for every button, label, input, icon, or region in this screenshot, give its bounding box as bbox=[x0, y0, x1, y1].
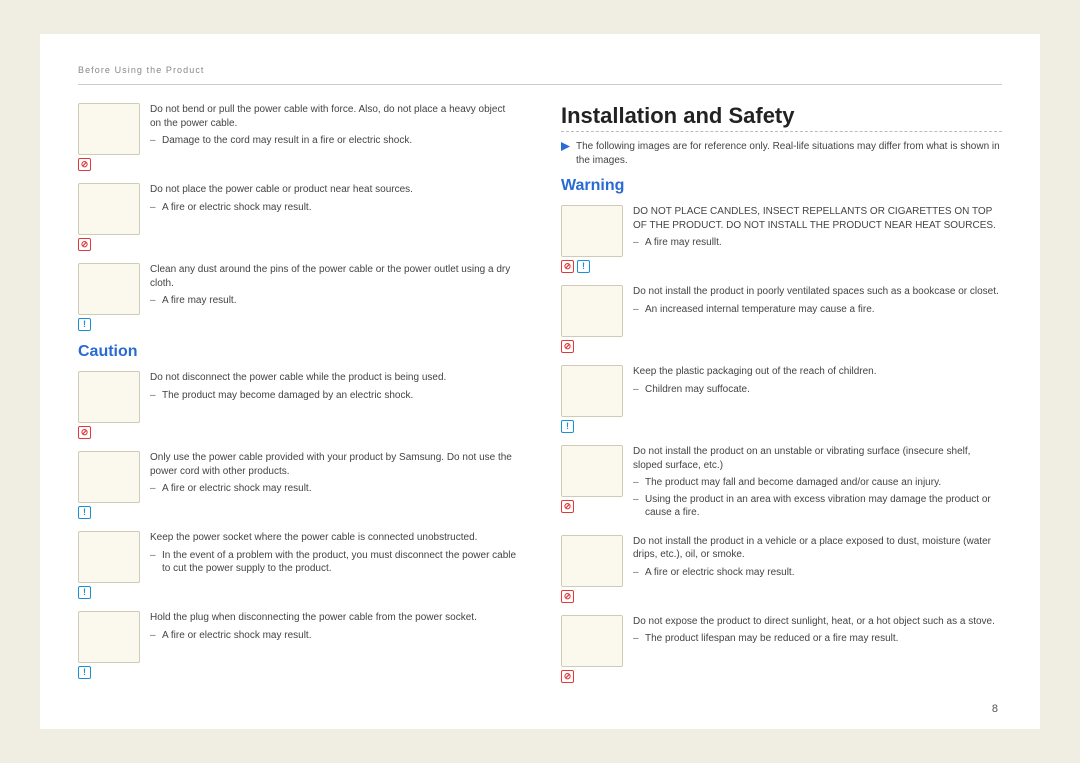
safety-item: ⊘ Do not bend or pull the power cable wi… bbox=[78, 103, 519, 171]
item-lead: Do not install the product on an unstabl… bbox=[633, 445, 1002, 472]
right-column: Installation and Safety The following im… bbox=[561, 103, 1002, 695]
item-lead: Clean any dust around the pins of the po… bbox=[150, 263, 519, 290]
safety-item: ⊘ Do not install the product on an unsta… bbox=[561, 445, 1002, 523]
item-sub: A fire or electric shock may result. bbox=[150, 201, 519, 215]
item-lead: Do not disconnect the power cable while … bbox=[150, 371, 519, 385]
note-marker-icon bbox=[561, 142, 570, 151]
page-number: 8 bbox=[992, 703, 998, 715]
illustration-icon bbox=[78, 611, 140, 663]
item-lead: Only use the power cable provided with y… bbox=[150, 451, 519, 478]
item-sub: An increased internal temperature may ca… bbox=[633, 303, 1002, 317]
safety-item: ⊘ ! DO NOT PLACE CANDLES, INSECT REPELLA… bbox=[561, 205, 1002, 273]
safety-item: ⊘ Do not disconnect the power cable whil… bbox=[78, 371, 519, 439]
item-sub: A fire may result. bbox=[150, 294, 519, 308]
prohibit-icon: ⊘ bbox=[78, 238, 91, 251]
item-lead: Hold the plug when disconnecting the pow… bbox=[150, 611, 519, 625]
left-column: ⊘ Do not bend or pull the power cable wi… bbox=[78, 103, 519, 695]
item-sub: A fire may resullt. bbox=[633, 236, 1002, 250]
item-lead: Do not install the product in a vehicle … bbox=[633, 535, 1002, 562]
info-icon: ! bbox=[78, 318, 91, 331]
info-icon: ! bbox=[561, 420, 574, 433]
illustration-icon bbox=[561, 365, 623, 417]
prohibit-icon: ⊘ bbox=[78, 158, 91, 171]
prohibit-icon: ⊘ bbox=[561, 260, 574, 273]
info-icon: ! bbox=[78, 586, 91, 599]
item-sub: Damage to the cord may result in a fire … bbox=[150, 134, 519, 148]
item-lead: Keep the plastic packaging out of the re… bbox=[633, 365, 1002, 379]
illustration-icon bbox=[78, 371, 140, 423]
item-lead: Do not expose the product to direct sunl… bbox=[633, 615, 1002, 629]
safety-item: ! Keep the power socket where the power … bbox=[78, 531, 519, 599]
item-sub: Using the product in an area with excess… bbox=[633, 493, 1002, 520]
item-sub: Children may suffocate. bbox=[633, 383, 1002, 397]
illustration-icon bbox=[561, 445, 623, 497]
item-sub: A fire or electric shock may result. bbox=[150, 482, 519, 496]
installation-heading: Installation and Safety bbox=[561, 103, 1002, 132]
warning-heading: Warning bbox=[561, 177, 1002, 195]
caution-heading: Caution bbox=[78, 343, 519, 361]
illustration-icon bbox=[78, 103, 140, 155]
header: Before Using the Product bbox=[78, 60, 1002, 85]
safety-item: ! Keep the plastic packaging out of the … bbox=[561, 365, 1002, 433]
prohibit-icon: ⊘ bbox=[78, 426, 91, 439]
manual-page: Before Using the Product ⊘ Do not bend o… bbox=[40, 34, 1040, 729]
prohibit-icon: ⊘ bbox=[561, 340, 574, 353]
safety-item: ⊘ Do not expose the product to direct su… bbox=[561, 615, 1002, 683]
item-sub: A fire or electric shock may result. bbox=[633, 566, 1002, 580]
illustration-icon bbox=[561, 205, 623, 257]
safety-item: ! Only use the power cable provided with… bbox=[78, 451, 519, 519]
safety-item: ⊘ Do not install the product in poorly v… bbox=[561, 285, 1002, 353]
reference-note: The following images are for reference o… bbox=[561, 140, 1002, 167]
safety-item: ⊘ Do not place the power cable or produc… bbox=[78, 183, 519, 251]
illustration-icon bbox=[78, 451, 140, 503]
info-icon: ! bbox=[78, 666, 91, 679]
info-icon: ! bbox=[78, 506, 91, 519]
safety-item: ⊘ Do not install the product in a vehicl… bbox=[561, 535, 1002, 603]
note-text: The following images are for reference o… bbox=[576, 140, 1002, 167]
content-columns: ⊘ Do not bend or pull the power cable wi… bbox=[78, 103, 1002, 695]
item-sub: The product lifespan may be reduced or a… bbox=[633, 632, 1002, 646]
illustration-icon bbox=[78, 263, 140, 315]
item-lead: Do not place the power cable or product … bbox=[150, 183, 519, 197]
section-label: Before Using the Product bbox=[78, 65, 204, 75]
item-sub: The product may become damaged by an ele… bbox=[150, 389, 519, 403]
item-sub: The product may fall and become damaged … bbox=[633, 476, 1002, 490]
info-icon: ! bbox=[577, 260, 590, 273]
item-lead: Keep the power socket where the power ca… bbox=[150, 531, 519, 545]
safety-item: ! Hold the plug when disconnecting the p… bbox=[78, 611, 519, 679]
item-lead: DO NOT PLACE CANDLES, INSECT REPELLANTS … bbox=[633, 205, 1002, 232]
illustration-icon bbox=[561, 535, 623, 587]
illustration-icon bbox=[78, 183, 140, 235]
prohibit-icon: ⊘ bbox=[561, 670, 574, 683]
prohibit-icon: ⊘ bbox=[561, 500, 574, 513]
item-lead: Do not bend or pull the power cable with… bbox=[150, 103, 519, 130]
item-sub: A fire or electric shock may result. bbox=[150, 629, 519, 643]
safety-item: ! Clean any dust around the pins of the … bbox=[78, 263, 519, 331]
illustration-icon bbox=[78, 531, 140, 583]
item-sub: In the event of a problem with the produ… bbox=[150, 549, 519, 576]
illustration-icon bbox=[561, 285, 623, 337]
illustration-icon bbox=[561, 615, 623, 667]
prohibit-icon: ⊘ bbox=[561, 590, 574, 603]
item-lead: Do not install the product in poorly ven… bbox=[633, 285, 1002, 299]
